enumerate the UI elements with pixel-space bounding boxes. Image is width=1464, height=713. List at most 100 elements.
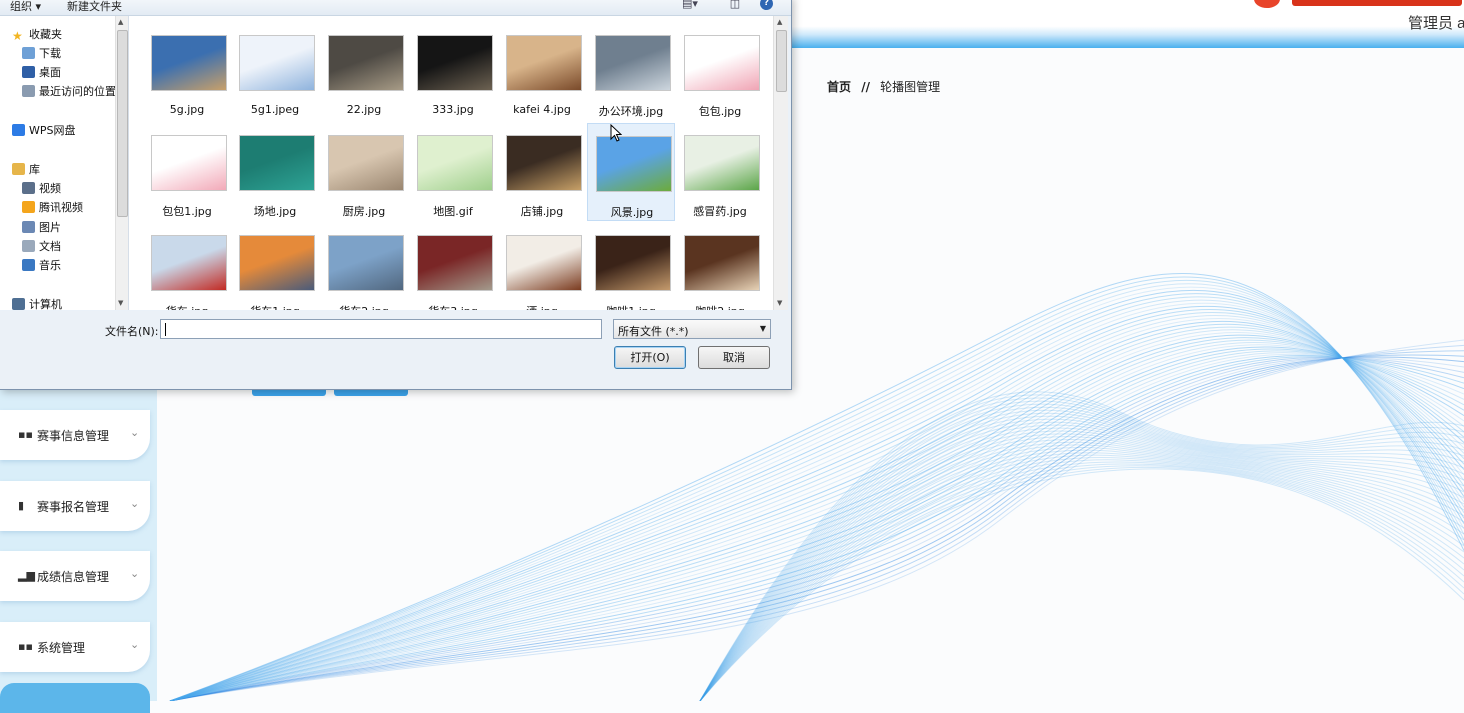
nav-item-pictures[interactable]: 图片 xyxy=(22,219,61,235)
help-icon[interactable]: ? xyxy=(760,0,773,10)
nav-item-cloud[interactable]: WPS网盘 xyxy=(12,122,76,138)
file-name: 货车3.jpg xyxy=(409,303,497,310)
file-name: 咖啡2.jpg xyxy=(676,303,764,310)
file-item[interactable]: 店铺.jpg xyxy=(498,123,586,221)
sidebar-item-label: 赛事报名管理 xyxy=(37,500,110,514)
file-name: 地图.gif xyxy=(433,205,473,218)
chevron-down-icon: ⌄ xyxy=(130,567,140,580)
new-folder-button[interactable]: 新建文件夹 xyxy=(67,0,122,14)
file-thumbnail xyxy=(506,235,582,291)
scroll-down-icon[interactable]: ▼ xyxy=(777,299,782,307)
bar-chart-icon: ▂▆ xyxy=(18,569,35,582)
nav-item-desktop[interactable]: 桌面 xyxy=(22,64,61,80)
breadcrumb-home[interactable]: 首页 xyxy=(827,80,851,94)
chevron-down-icon: ⌄ xyxy=(130,426,140,439)
sidebar-item-match-signup[interactable]: ▮ 赛事报名管理 ⌄ xyxy=(0,481,150,531)
scroll-down-icon[interactable]: ▼ xyxy=(118,299,123,307)
sidebar-item-match-info[interactable]: ▪▪ 赛事信息管理 ⌄ xyxy=(0,410,150,460)
tencent-video-icon xyxy=(22,201,35,213)
breadcrumb-separator: // xyxy=(861,80,870,94)
nav-item-video[interactable]: 视频 xyxy=(22,180,61,196)
file-item[interactable]: 场地.jpg xyxy=(231,123,319,221)
file-thumbnail xyxy=(239,235,315,291)
file-item[interactable]: 货车1.jpg xyxy=(231,223,319,310)
file-name: 咖啡1.jpg xyxy=(587,303,675,310)
open-button[interactable]: 打开(O) xyxy=(614,346,686,369)
file-thumbnail xyxy=(328,235,404,291)
chevron-down-icon: ⌄ xyxy=(130,638,140,651)
admin-user-label[interactable]: 管理员 a xyxy=(1408,12,1464,33)
nav-item-documents[interactable]: 文档 xyxy=(22,238,61,254)
nav-item-label: 下载 xyxy=(39,47,61,60)
file-item[interactable]: 办公环境.jpg xyxy=(587,23,675,121)
file-scroll-thumb[interactable] xyxy=(776,30,787,92)
file-name: 货车1.jpg xyxy=(231,303,319,310)
preview-pane-icon[interactable]: ◫ xyxy=(728,0,742,10)
nav-item-tencent-video[interactable]: 腾讯视频 xyxy=(22,199,83,215)
file-item[interactable]: 货车3.jpg xyxy=(409,223,497,310)
scroll-up-icon[interactable]: ▲ xyxy=(118,18,123,26)
nav-item-label: 收藏夹 xyxy=(29,28,62,41)
file-thumbnail xyxy=(596,136,672,192)
file-item[interactable]: 5g.jpg xyxy=(143,23,231,121)
file-thumbnail xyxy=(151,35,227,91)
file-thumbnail xyxy=(151,235,227,291)
file-item[interactable]: 22.jpg xyxy=(320,23,408,121)
file-thumbnail xyxy=(151,135,227,191)
file-item[interactable]: 5g1.jpeg xyxy=(231,23,319,121)
documents-icon xyxy=(22,240,35,252)
nav-item-label: 文档 xyxy=(39,240,61,253)
nav-scrollbar[interactable]: ▲ ▼ xyxy=(115,16,128,310)
file-item[interactable]: 咖啡1.jpg xyxy=(587,223,675,310)
sidebar-item-score-info[interactable]: ▂▆ 成绩信息管理 ⌄ xyxy=(0,551,150,601)
file-name: 办公环境.jpg xyxy=(598,105,664,118)
nav-item-computer[interactable]: 计算机 xyxy=(12,296,62,310)
file-thumbnail xyxy=(684,35,760,91)
file-thumbnail xyxy=(506,135,582,191)
file-item[interactable]: 333.jpg xyxy=(409,23,497,121)
file-item[interactable]: kafei 4.jpg xyxy=(498,23,586,121)
file-thumbnail xyxy=(239,35,315,91)
file-name: 333.jpg xyxy=(432,103,474,116)
nav-item-download-folder[interactable]: 下载 xyxy=(22,45,61,61)
file-item[interactable]: 货车.jpg xyxy=(143,223,231,310)
filename-input[interactable]: ▼ xyxy=(160,319,756,339)
file-name: 5g1.jpeg xyxy=(250,103,300,116)
grid-icon: ▪▪ xyxy=(18,428,33,441)
file-scrollbar[interactable]: ▲ ▼ xyxy=(773,16,788,310)
view-options-icon[interactable]: ▤▾ xyxy=(682,0,698,10)
wave-line xyxy=(699,454,1464,701)
file-name: 风景.jpg xyxy=(610,206,654,219)
file-item[interactable]: 货车2.jpg xyxy=(320,223,408,310)
file-item[interactable]: 包包1.jpg xyxy=(143,123,231,221)
nav-item-music[interactable]: 音乐 xyxy=(22,257,61,273)
file-item[interactable]: 酒.jpg xyxy=(498,223,586,310)
nav-item-recent-places[interactable]: 最近访问的位置 xyxy=(22,83,116,99)
file-item[interactable]: 咖啡2.jpg xyxy=(676,223,764,310)
grid-icon: ▪▪ xyxy=(18,640,33,653)
file-thumbnail xyxy=(684,135,760,191)
sidebar-item-label: 系统管理 xyxy=(37,641,86,655)
file-name: 包包.jpg xyxy=(698,105,742,118)
file-item[interactable]: 包包.jpg xyxy=(676,23,764,121)
file-item[interactable]: 感冒药.jpg xyxy=(676,123,764,221)
file-name: 5g.jpg xyxy=(169,103,205,116)
sidebar-item-partial[interactable] xyxy=(0,683,150,713)
cancel-button[interactable]: 取消 xyxy=(698,346,770,369)
nav-item-label: WPS网盘 xyxy=(29,124,76,137)
nav-item-library[interactable]: 库 xyxy=(12,161,40,177)
file-item[interactable]: 风景.jpg xyxy=(587,123,675,221)
sidebar-item-system[interactable]: ▪▪ 系统管理 ⌄ xyxy=(0,622,150,672)
nav-item-label: 音乐 xyxy=(39,259,61,272)
file-name: 场地.jpg xyxy=(253,205,297,218)
file-type-select[interactable]: 所有文件 (*.*) ▼ xyxy=(613,319,771,339)
file-thumbnail xyxy=(506,35,582,91)
file-item[interactable]: 地图.gif xyxy=(409,123,497,221)
organize-menu[interactable]: 组织 ▾ xyxy=(10,0,41,14)
scroll-up-icon[interactable]: ▲ xyxy=(777,18,782,26)
text-caret xyxy=(165,323,166,336)
nav-scroll-thumb[interactable] xyxy=(117,30,128,217)
nav-item-star[interactable]: ★ 收藏夹 xyxy=(12,26,62,42)
file-item[interactable]: 厨房.jpg xyxy=(320,123,408,221)
file-name: kafei 4.jpg xyxy=(513,103,571,116)
